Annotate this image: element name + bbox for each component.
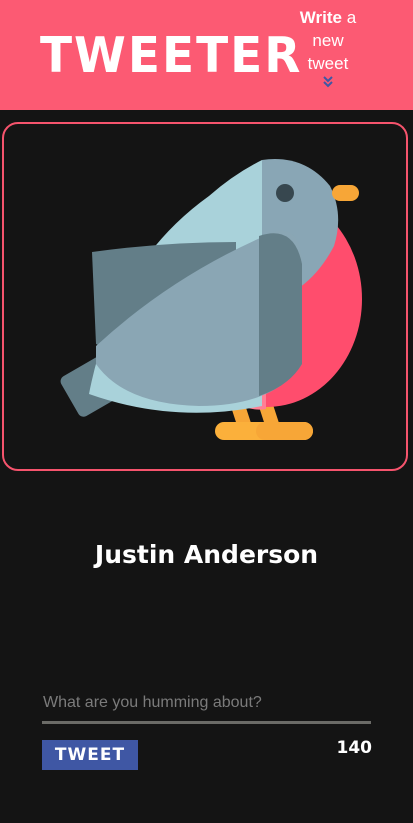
- user-name: Justin Anderson: [94, 540, 319, 569]
- write-link-a: a: [342, 8, 357, 27]
- write-link-tweet: tweet: [307, 54, 349, 73]
- app-header: TWEETER Write a new tweet: [0, 0, 413, 110]
- tweet-button[interactable]: TWEET: [42, 740, 138, 770]
- tweet-input[interactable]: [42, 684, 371, 724]
- write-link-new: new: [312, 31, 344, 50]
- character-count: 140: [336, 738, 373, 758]
- write-new-tweet-link[interactable]: Write a new tweet: [290, 6, 366, 89]
- avatar-frame: [2, 122, 408, 471]
- app-logo: TWEETER: [40, 26, 303, 85]
- write-link-strong: Write: [299, 8, 342, 27]
- double-chevron-down-icon[interactable]: [321, 75, 335, 89]
- bird-avatar-icon: [60, 159, 362, 440]
